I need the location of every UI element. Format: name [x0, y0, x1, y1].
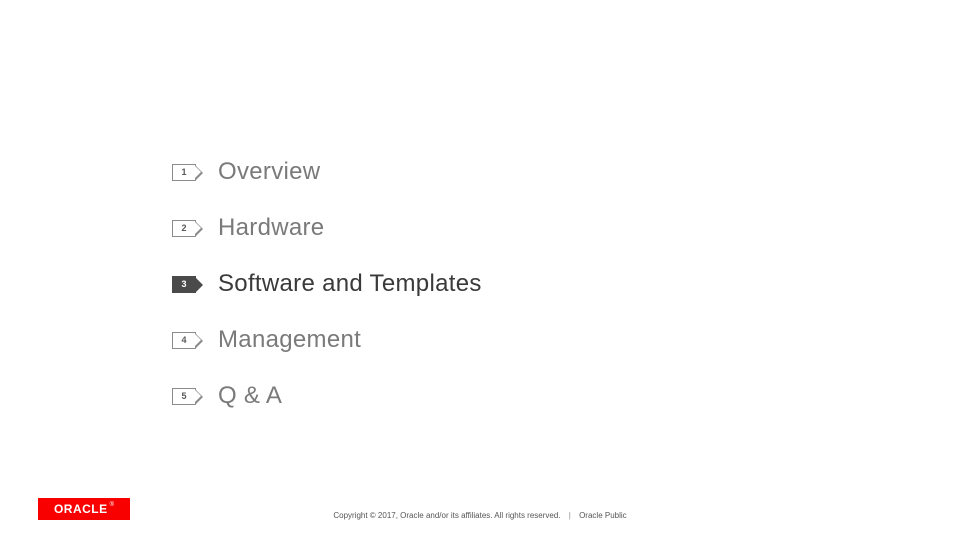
agenda-number-tag: 2: [172, 220, 196, 237]
agenda-number-tag: 5: [172, 388, 196, 405]
agenda-number-tag: 1: [172, 164, 196, 181]
copyright-text: Copyright © 2017, Oracle and/or its affi…: [333, 511, 560, 520]
agenda-row-active: 3 Software and Templates: [172, 270, 482, 298]
slide: 1 Overview 2 Hardware 3 Software and Tem…: [0, 0, 960, 540]
agenda-number-tag: 4: [172, 332, 196, 349]
agenda-number-tag-active: 3: [172, 276, 196, 293]
agenda-label: Management: [218, 326, 361, 354]
agenda-row: 2 Hardware: [172, 214, 482, 242]
agenda-row: 5 Q & A: [172, 382, 482, 410]
agenda-list: 1 Overview 2 Hardware 3 Software and Tem…: [172, 158, 482, 438]
agenda-label: Overview: [218, 158, 320, 186]
classification-text: Oracle Public: [579, 511, 627, 520]
agenda-row: 1 Overview: [172, 158, 482, 186]
agenda-label: Hardware: [218, 214, 324, 242]
agenda-row: 4 Management: [172, 326, 482, 354]
footer-separator: |: [569, 511, 571, 520]
registered-mark: ®: [110, 502, 114, 508]
footer: Copyright © 2017, Oracle and/or its affi…: [0, 511, 960, 520]
agenda-label: Q & A: [218, 382, 282, 410]
agenda-label-active: Software and Templates: [218, 270, 482, 298]
